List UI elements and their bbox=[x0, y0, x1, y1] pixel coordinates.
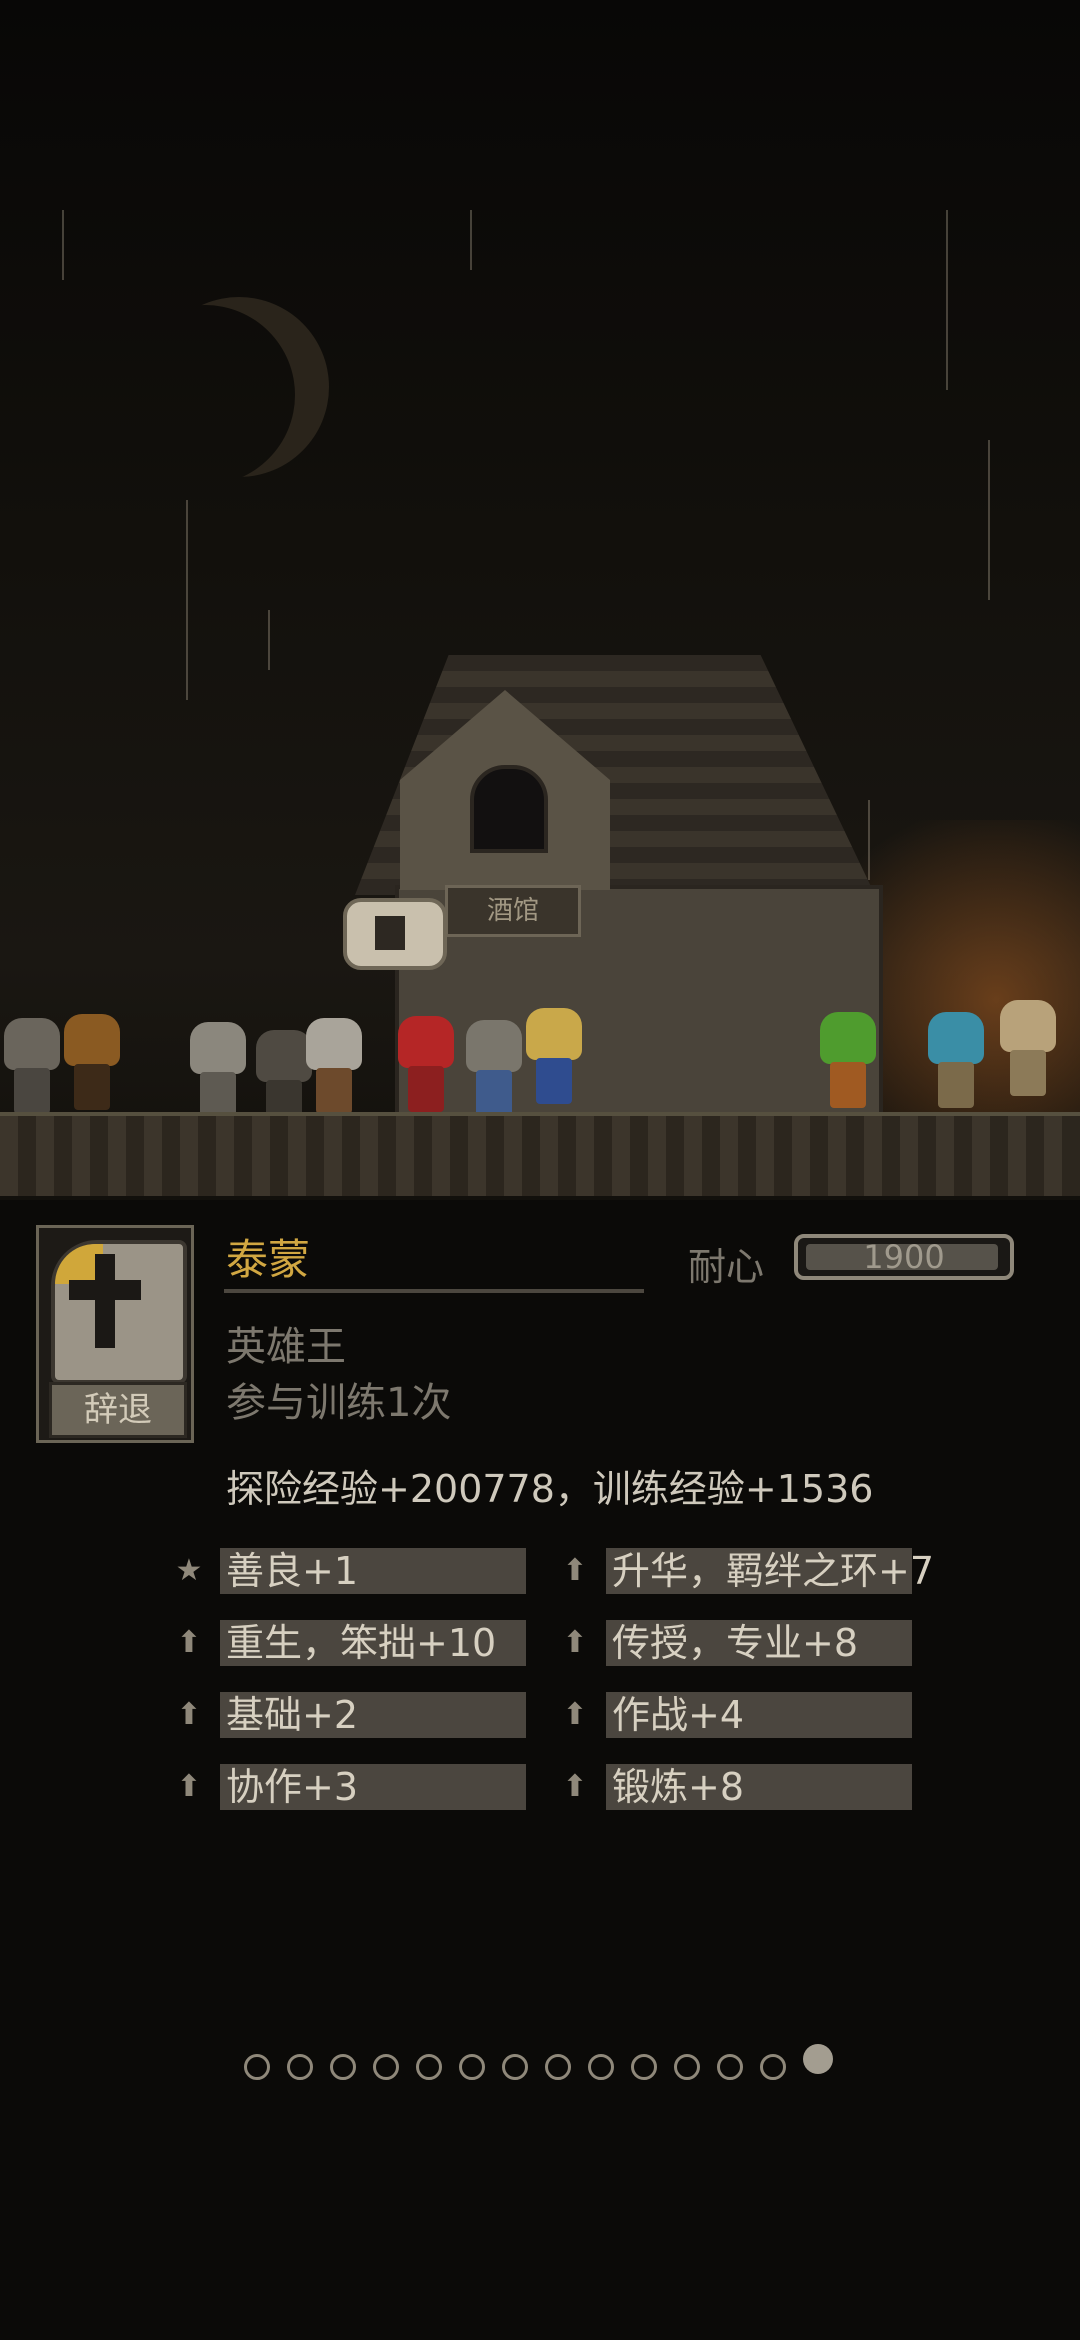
dismiss-button[interactable]: 辞退 bbox=[49, 1382, 187, 1438]
sprite-head bbox=[398, 1016, 454, 1068]
enter-door-bubble-icon[interactable] bbox=[343, 898, 447, 970]
sprite-body bbox=[14, 1068, 50, 1114]
rain-streak bbox=[62, 210, 64, 280]
sprite-body bbox=[316, 1068, 352, 1114]
page-dot[interactable] bbox=[545, 2054, 571, 2080]
sprite-body bbox=[74, 1064, 110, 1110]
page-dot[interactable] bbox=[631, 2054, 657, 2080]
page-dot[interactable] bbox=[760, 2054, 786, 2080]
sprite-head bbox=[64, 1014, 120, 1066]
tombstone-icon bbox=[51, 1240, 187, 1384]
hero-sprite-green-hair[interactable] bbox=[816, 1012, 880, 1108]
sprite-body bbox=[1010, 1050, 1046, 1096]
page-dot[interactable] bbox=[373, 2054, 399, 2080]
arrow-up-icon: ⬆ bbox=[176, 1625, 202, 1660]
arrow-up-icon: ⬆ bbox=[562, 1553, 588, 1588]
sprite-body bbox=[408, 1066, 444, 1112]
cobblestone-ground bbox=[0, 1112, 1080, 1196]
patience-bar: 1900 bbox=[794, 1234, 1014, 1280]
page-dot[interactable] bbox=[416, 2054, 442, 2080]
star-icon: ★ bbox=[175, 1553, 203, 1588]
hero-sprite-orange-hair[interactable] bbox=[60, 1014, 124, 1110]
sprite-head bbox=[1000, 1000, 1056, 1052]
trait-label: 基础+2 bbox=[226, 1693, 359, 1737]
page-dot-active[interactable] bbox=[803, 2044, 833, 2074]
patience-value: 1900 bbox=[863, 1238, 945, 1276]
hero-title: 英雄王 bbox=[226, 1324, 346, 1370]
trait-label: 作战+4 bbox=[612, 1693, 745, 1737]
rain-streak bbox=[988, 440, 990, 600]
cross-icon-bar bbox=[69, 1280, 141, 1300]
sprite-head bbox=[928, 1012, 984, 1064]
sprite-body bbox=[476, 1070, 512, 1116]
page-dot[interactable] bbox=[459, 2054, 485, 2080]
page-dot[interactable] bbox=[717, 2054, 743, 2080]
door-icon bbox=[375, 916, 405, 950]
hero-portrait: 辞退 bbox=[36, 1225, 194, 1443]
trait-label: 重生，笨拙+10 bbox=[226, 1621, 497, 1665]
hero-sprite-skeleton[interactable] bbox=[186, 1022, 250, 1118]
arrow-up-icon: ⬆ bbox=[176, 1697, 202, 1732]
tavern-scene: 酒馆 bbox=[0, 0, 1080, 1200]
page-dot[interactable] bbox=[244, 2054, 270, 2080]
trait-label: 善良+1 bbox=[226, 1549, 359, 1593]
cross-icon bbox=[95, 1254, 115, 1348]
hero-sprite-king[interactable] bbox=[522, 1008, 586, 1104]
arrow-up-icon: ⬆ bbox=[562, 1697, 588, 1732]
tavern-round-window bbox=[470, 765, 548, 853]
rain-streak bbox=[268, 610, 270, 670]
sprite-head bbox=[526, 1008, 582, 1060]
page-dot[interactable] bbox=[330, 2054, 356, 2080]
hero-sprite-red-hood[interactable] bbox=[394, 1016, 458, 1112]
arrow-up-icon: ⬆ bbox=[176, 1769, 202, 1804]
rain-streak bbox=[946, 210, 948, 390]
sprite-head bbox=[4, 1018, 60, 1070]
rain-streak bbox=[470, 210, 472, 270]
trait-label: 传授，专业+8 bbox=[612, 1621, 859, 1665]
page-dot[interactable] bbox=[674, 2054, 700, 2080]
sprite-body bbox=[938, 1062, 974, 1108]
training-count: 参与训练1次 bbox=[226, 1380, 452, 1426]
hero-sprite-viking[interactable] bbox=[302, 1018, 366, 1114]
trait-label: 升华，羁绊之环+7 bbox=[612, 1549, 935, 1593]
sprite-head bbox=[466, 1020, 522, 1072]
patience-label: 耐心 bbox=[688, 1245, 765, 1289]
trait-label: 协作+3 bbox=[226, 1765, 359, 1809]
page-dot[interactable] bbox=[287, 2054, 313, 2080]
rain-streak bbox=[186, 500, 188, 700]
page-dot[interactable] bbox=[588, 2054, 614, 2080]
trait-label: 锻炼+8 bbox=[612, 1765, 745, 1809]
hero-name: 泰蒙 bbox=[226, 1235, 311, 1284]
divider bbox=[224, 1289, 644, 1293]
sprite-body bbox=[536, 1058, 572, 1104]
hero-sprite-ghost[interactable] bbox=[0, 1018, 64, 1114]
tavern-sign: 酒馆 bbox=[445, 885, 581, 937]
sprite-head bbox=[820, 1012, 876, 1064]
crescent-moon bbox=[115, 305, 295, 485]
sprite-body bbox=[830, 1062, 866, 1108]
arrow-up-icon: ⬆ bbox=[562, 1625, 588, 1660]
hero-sprite-knight[interactable] bbox=[462, 1020, 526, 1116]
sprite-head bbox=[190, 1022, 246, 1074]
sprite-head bbox=[306, 1018, 362, 1070]
page-dot[interactable] bbox=[502, 2054, 528, 2080]
experience-text: 探险经验+200778，训练经验+1536 bbox=[226, 1467, 874, 1511]
hero-sprite-blue-hair[interactable] bbox=[924, 1012, 988, 1108]
hero-sprite-mummy[interactable] bbox=[996, 1000, 1060, 1096]
arrow-up-icon: ⬆ bbox=[562, 1769, 588, 1804]
